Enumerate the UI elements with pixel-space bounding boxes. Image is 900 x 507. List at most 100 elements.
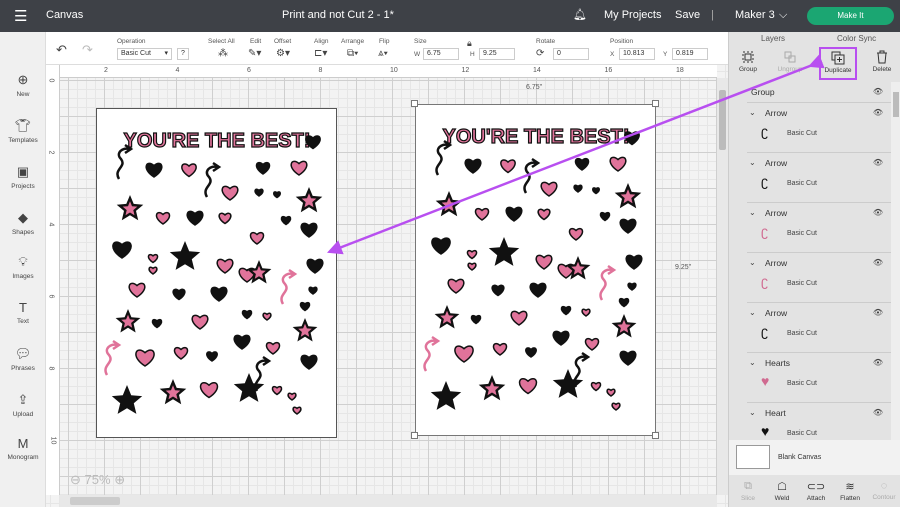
- layer-row[interactable]: ⌄ Heart 👁︎ ♥ Basic Cut: [747, 402, 891, 440]
- contour-button[interactable]: ◌ Contour: [867, 480, 900, 501]
- layers-scrollbar[interactable]: [891, 82, 900, 440]
- resize-handle[interactable]: [411, 432, 418, 439]
- chevron-down-icon[interactable]: ⌄: [749, 258, 756, 267]
- sidebar-item-shapes[interactable]: ◆ Shapes: [0, 210, 46, 236]
- project-title: Print and not Cut 2 - 1*: [282, 9, 394, 21]
- eye-icon[interactable]: 👁︎: [873, 358, 883, 367]
- flatten-button[interactable]: ≋ Flatten: [833, 480, 867, 502]
- offset-icon[interactable]: ⚙▾: [276, 48, 290, 59]
- layer-row[interactable]: ⌄ Group 👁︎: [729, 82, 891, 102]
- operation-value: Basic Cut: [121, 50, 151, 57]
- chevron-down-icon[interactable]: ⌄: [749, 308, 756, 317]
- pencil-icon[interactable]: ✎▾: [248, 48, 261, 59]
- design-canvas[interactable]: 2 4 6 8 10 12 14 16 18 0 2 4 6 8 10 YOU'RE THE BEST! …: [46, 65, 728, 507]
- tab-color-sync[interactable]: Color Sync: [837, 34, 876, 43]
- duplicate-button[interactable]: Duplicate: [819, 47, 857, 80]
- eye-icon[interactable]: 👁︎: [873, 108, 883, 117]
- sidebar-item-templates[interactable]: 👕︎ Templates: [0, 118, 46, 144]
- scroll-thumb[interactable]: [70, 497, 120, 505]
- eye-icon[interactable]: 👁︎: [873, 87, 883, 96]
- resize-handle[interactable]: [652, 432, 659, 439]
- rotate-icon[interactable]: ⟳: [536, 48, 544, 59]
- select-all-icon[interactable]: ⁂: [218, 48, 228, 59]
- attach-button[interactable]: ⊂⊃ Attach: [799, 480, 833, 502]
- sidebar-item-text[interactable]: T Text: [0, 300, 46, 325]
- layer-row[interactable]: ⌄ Arrow 👁︎ ʗ Basic Cut: [747, 102, 891, 152]
- heart-shape: [262, 312, 272, 321]
- horizontal-scrollbar[interactable]: [60, 495, 717, 507]
- my-projects-link[interactable]: My Projects: [604, 9, 661, 21]
- sidebar-item-phrases[interactable]: 💬︎ Phrases: [0, 346, 46, 372]
- sidebar-item-new[interactable]: ⊕ New: [0, 72, 46, 98]
- sidebar-item-images[interactable]: 💡︎ Images: [0, 254, 46, 280]
- heart-shape: [492, 342, 508, 356]
- eye-icon[interactable]: 👁︎: [873, 208, 883, 217]
- scroll-thumb[interactable]: [719, 90, 726, 150]
- arrange-icon[interactable]: ⧉▾: [347, 48, 358, 59]
- chevron-down-icon[interactable]: ⌄: [749, 158, 756, 167]
- help-button[interactable]: ?: [177, 48, 189, 60]
- ruler-tick-label: 16: [604, 67, 613, 74]
- layer-thumbnail: ♥: [761, 373, 770, 389]
- delete-button[interactable]: Delete: [863, 48, 900, 73]
- align-icon[interactable]: ⊏▾: [314, 48, 327, 59]
- chevron-down-icon[interactable]: ⌄: [749, 358, 756, 367]
- eye-icon[interactable]: 👁︎: [873, 258, 883, 267]
- sidebar-item-upload[interactable]: ⇪ Upload: [0, 392, 46, 418]
- bell-icon[interactable]: 🔔︎: [573, 8, 587, 21]
- chevron-down-icon[interactable]: ⌄: [749, 208, 756, 217]
- layer-row[interactable]: ⌄ Arrow 👁︎ ʗ Basic Cut: [747, 202, 891, 252]
- heart-shape: [467, 262, 477, 271]
- design-page-selected[interactable]: YOU'RE THE BEST!: [415, 104, 656, 436]
- width-input[interactable]: 6.75: [423, 48, 459, 60]
- tab-layers[interactable]: Layers: [761, 34, 785, 43]
- resize-handle[interactable]: [411, 100, 418, 107]
- x-input[interactable]: 10.813: [619, 48, 655, 60]
- scroll-thumb[interactable]: [893, 92, 899, 117]
- resize-handle[interactable]: [652, 100, 659, 107]
- rotate-input[interactable]: 0: [553, 48, 589, 60]
- height-readout: 9.25": [675, 264, 692, 271]
- slice-button[interactable]: ⧉ Slice: [731, 480, 765, 502]
- layer-row[interactable]: ⌄ Arrow 👁︎ ʗ Basic Cut: [747, 152, 891, 202]
- sidebar-item-monogram[interactable]: M Monogram: [0, 436, 46, 461]
- layer-row[interactable]: ⌄ Arrow 👁︎ ʗ Basic Cut: [747, 302, 891, 352]
- ruler-tick-label: 6: [47, 294, 55, 299]
- swirl-arrow-shape: [116, 147, 130, 180]
- eye-icon[interactable]: 👁︎: [873, 308, 883, 317]
- attach-icon: ⊂⊃: [806, 481, 826, 493]
- chevron-down-icon[interactable]: ⌄: [737, 87, 744, 96]
- heart-shape: [241, 309, 253, 320]
- layer-operation: Basic Cut: [787, 180, 817, 187]
- zoom-in-button[interactable]: ⊕: [114, 472, 125, 487]
- eye-icon[interactable]: 👁︎: [873, 408, 883, 417]
- machine-select[interactable]: Maker 3: [735, 9, 775, 21]
- offset-label: Offset: [274, 38, 292, 45]
- chevron-down-icon[interactable]: ⌄: [749, 108, 756, 117]
- group-button[interactable]: Group: [729, 48, 767, 73]
- flip-icon[interactable]: ⩓▾: [378, 48, 388, 59]
- layer-row[interactable]: ⌄ Arrow 👁︎ ʗ Basic Cut: [747, 252, 891, 302]
- chevron-down-icon[interactable]: ⌄: [749, 408, 756, 417]
- blank-canvas-swatch[interactable]: [736, 445, 770, 469]
- operation-select[interactable]: Basic Cut ▾: [117, 48, 172, 60]
- vertical-scrollbar[interactable]: [717, 78, 728, 495]
- eye-icon[interactable]: 👁︎: [873, 158, 883, 167]
- sidebar-item-projects[interactable]: ▣ Projects: [0, 164, 46, 190]
- heart-shape: [172, 288, 186, 301]
- save-button[interactable]: Save: [675, 9, 700, 21]
- redo-icon[interactable]: ↷: [82, 42, 93, 58]
- blank-canvas-row[interactable]: Blank Canvas: [729, 440, 900, 475]
- design-page-original[interactable]: YOU'RE THE BEST!: [96, 108, 337, 438]
- hamburger-icon[interactable]: ☰: [14, 7, 27, 25]
- undo-icon[interactable]: ↶: [56, 42, 67, 58]
- layer-row[interactable]: ⌄ Hearts 👁︎ ♥ Basic Cut: [747, 352, 891, 402]
- chevron-down-icon[interactable]: ⌵: [779, 9, 787, 22]
- weld-button[interactable]: ☖ Weld: [765, 480, 799, 502]
- make-it-button[interactable]: Make It: [807, 7, 894, 25]
- zoom-out-button[interactable]: ⊖: [70, 472, 81, 487]
- y-input[interactable]: 0.819: [672, 48, 708, 60]
- lock-icon[interactable]: 🔒︎: [467, 38, 472, 49]
- ungroup-button[interactable]: Ungroup: [771, 48, 809, 73]
- height-input[interactable]: 9.25: [479, 48, 515, 60]
